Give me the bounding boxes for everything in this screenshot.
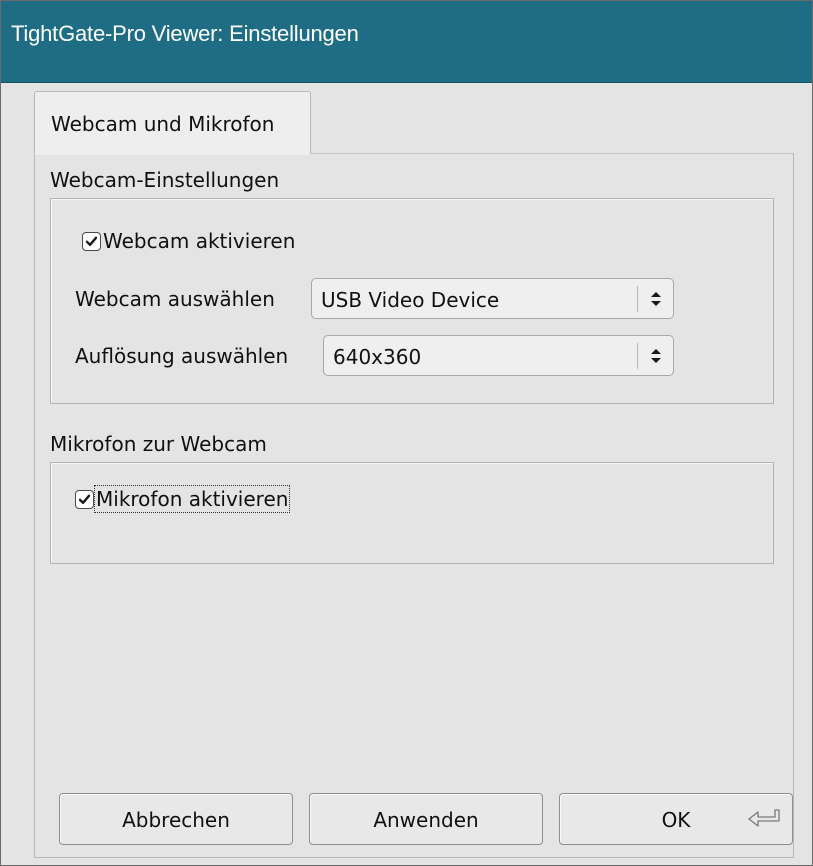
combo-value: 640x360 xyxy=(333,345,422,369)
checkmark-icon xyxy=(85,236,98,246)
tab-label: Webcam und Mikrofon xyxy=(51,112,275,136)
resolution-select-label: Auflösung auswählen xyxy=(75,344,289,368)
apply-button[interactable]: Anwenden xyxy=(309,793,543,845)
checkbox-box[interactable] xyxy=(75,489,94,509)
updown-arrows-icon xyxy=(651,292,661,306)
enter-key-icon xyxy=(748,809,780,827)
ok-button[interactable]: OK xyxy=(559,793,793,845)
webcam-group-box: Webcam aktivieren Webcam auswählen USB V… xyxy=(50,198,774,404)
tab-pane: Webcam-Einstellungen Webcam aktivieren W… xyxy=(34,153,794,858)
webcam-group-title: Webcam-Einstellungen xyxy=(50,168,280,192)
tab-connector xyxy=(35,151,310,155)
combo-value: USB Video Device xyxy=(321,288,500,312)
settings-window: TightGate-Pro Viewer: Einstellungen Webc… xyxy=(0,0,813,866)
apply-button-label: Anwenden xyxy=(373,808,479,832)
checkbox-label: Mikrofon aktivieren xyxy=(93,485,291,513)
title-bar[interactable]: TightGate-Pro Viewer: Einstellungen xyxy=(1,1,812,83)
webcam-select-label: Webcam auswählen xyxy=(75,287,275,311)
webcam-select-combobox[interactable]: USB Video Device xyxy=(311,278,674,319)
mic-group-title: Mikrofon zur Webcam xyxy=(50,432,267,456)
checkbox-label: Webcam aktivieren xyxy=(103,229,296,253)
cancel-button[interactable]: Abbrechen xyxy=(59,793,293,845)
checkmark-icon xyxy=(78,494,91,504)
webcam-enable-checkbox[interactable]: Webcam aktivieren xyxy=(82,229,295,253)
combo-separator xyxy=(637,343,638,369)
window-title: TightGate-Pro Viewer: Einstellungen xyxy=(11,21,359,46)
dialog-body: Webcam und Mikrofon Webcam-Einstellungen… xyxy=(1,83,812,865)
checkbox-box[interactable] xyxy=(82,231,101,251)
resolution-select-combobox[interactable]: 640x360 xyxy=(323,335,674,376)
cancel-button-label: Abbrechen xyxy=(122,808,230,832)
updown-arrows-icon xyxy=(651,349,661,363)
tab-webcam-mikrofon[interactable]: Webcam und Mikrofon xyxy=(34,91,311,155)
combo-separator xyxy=(637,286,638,312)
mic-enable-checkbox[interactable]: Mikrofon aktivieren xyxy=(75,485,291,513)
mic-group-box: Mikrofon aktivieren xyxy=(50,462,774,564)
